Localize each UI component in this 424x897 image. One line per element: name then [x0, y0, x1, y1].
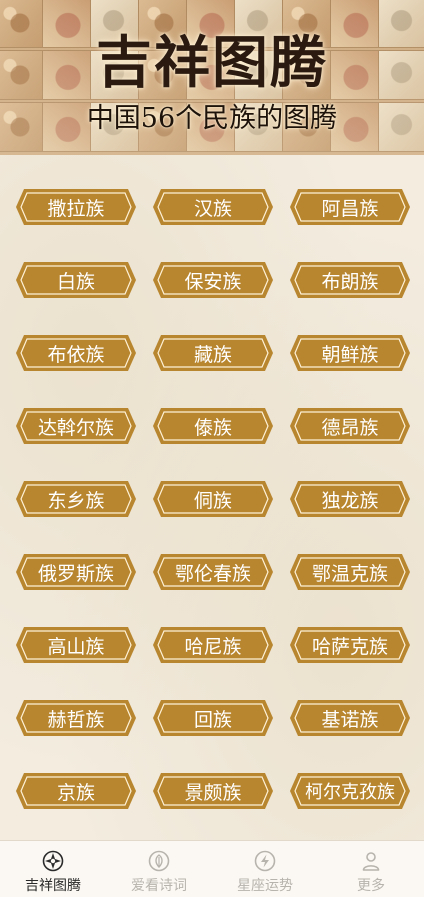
ethnic-group-button[interactable]: 东乡族 — [14, 479, 138, 519]
ethnic-group-button[interactable]: 基诺族 — [288, 698, 412, 738]
ethnic-group-label: 鄂伦春族 — [174, 562, 251, 585]
ethnic-group-label: 回族 — [193, 708, 232, 731]
ethnic-group-label: 哈萨克族 — [311, 635, 388, 658]
ethnic-group-button[interactable]: 德昂族 — [288, 406, 412, 446]
ethnic-group-label: 布朗族 — [321, 270, 379, 293]
tab-auspicious-totems[interactable]: 吉祥图腾 — [0, 841, 106, 897]
ethnic-group-button[interactable]: 哈萨克族 — [288, 625, 412, 665]
ethnic-group-button[interactable]: 哈尼族 — [151, 625, 275, 665]
tab-poetry[interactable]: 爱看诗词 — [106, 841, 212, 897]
ethnic-group-label: 景颇族 — [184, 781, 242, 804]
header-banner: 吉祥图腾 中国56个民族的图腾 — [0, 0, 424, 155]
ethnic-group-button[interactable]: 布依族 — [14, 333, 138, 373]
tab-horoscope[interactable]: 星座运势 — [212, 841, 318, 897]
totem-icon — [42, 850, 64, 872]
ethnic-group-label: 布依族 — [47, 343, 105, 366]
ethnic-group-label: 侗族 — [193, 489, 232, 512]
ethnic-group-button[interactable]: 白族 — [14, 260, 138, 300]
ethnic-group-label: 保安族 — [184, 270, 242, 293]
ethnic-group-label: 赫哲族 — [47, 708, 105, 731]
ethnic-group-button[interactable]: 俄罗斯族 — [14, 552, 138, 592]
ethnic-group-button[interactable]: 撒拉族 — [14, 187, 138, 227]
ethnic-group-button[interactable]: 保安族 — [151, 260, 275, 300]
ethnic-group-button[interactable]: 柯尔克孜族 — [288, 771, 412, 811]
ethnic-group-label: 柯尔克孜族 — [305, 782, 395, 803]
ethnic-group-button[interactable]: 达斡尔族 — [14, 406, 138, 446]
ethnic-group-label: 阿昌族 — [321, 197, 379, 220]
ethnic-group-label: 独龙族 — [321, 489, 379, 512]
ethnic-group-button[interactable]: 藏族 — [151, 333, 275, 373]
ethnic-group-button[interactable]: 阿昌族 — [288, 187, 412, 227]
ethnic-group-button[interactable]: 景颇族 — [151, 771, 275, 811]
ethnic-group-label: 撒拉族 — [47, 197, 105, 220]
ethnic-group-button[interactable]: 独龙族 — [288, 479, 412, 519]
tab-label: 星座运势 — [237, 878, 293, 894]
user-icon — [362, 852, 380, 871]
ethnic-group-label: 鄂温克族 — [311, 562, 388, 585]
ethnic-group-label: 朝鲜族 — [321, 343, 379, 366]
ethnic-group-label: 哈尼族 — [184, 635, 242, 658]
ethnic-group-label: 基诺族 — [321, 708, 379, 731]
ethnic-group-label: 德昂族 — [321, 416, 379, 439]
tab-label: 吉祥图腾 — [25, 878, 81, 894]
ethnic-group-button[interactable]: 傣族 — [151, 406, 275, 446]
ethnic-group-button[interactable]: 赫哲族 — [14, 698, 138, 738]
ethnic-group-label: 汉族 — [193, 197, 232, 220]
ethnic-group-button[interactable]: 鄂伦春族 — [151, 552, 275, 592]
bottom-tab-bar: 吉祥图腾 爱看诗词 星座运势 更多 — [0, 840, 424, 897]
lightning-icon — [254, 850, 276, 872]
ethnic-group-label: 傣族 — [193, 416, 232, 439]
page-title: 吉祥图腾 — [96, 30, 328, 96]
ethnic-group-label: 达斡尔族 — [37, 416, 114, 439]
ethnic-group-label: 京族 — [56, 781, 95, 804]
leaf-icon — [148, 850, 170, 872]
tab-label: 更多 — [357, 878, 385, 894]
ethnic-group-button[interactable]: 汉族 — [151, 187, 275, 227]
ethnic-group-label: 高山族 — [47, 635, 105, 658]
ethnic-group-button[interactable]: 朝鲜族 — [288, 333, 412, 373]
ethnic-group-button[interactable]: 回族 — [151, 698, 275, 738]
ethnic-group-button[interactable]: 鄂温克族 — [288, 552, 412, 592]
ethnic-group-label: 俄罗斯族 — [37, 562, 114, 585]
ethnic-group-button[interactable]: 京族 — [14, 771, 138, 811]
ethnic-group-grid: 撒拉族 汉族 阿昌族白族 保安族 布朗族布依族 藏族 朝鲜族达斡尔族 傣族 德昂族东乡族 侗族 独龙… — [14, 187, 412, 811]
ethnic-group-label: 藏族 — [193, 343, 232, 366]
page-subtitle: 中国56个民族的图腾 — [86, 103, 338, 134]
ethnic-group-label: 东乡族 — [47, 489, 105, 512]
ethnic-group-list: 撒拉族 汉族 阿昌族白族 保安族 布朗族布依族 藏族 朝鲜族达斡尔族 傣族 德昂族东乡族 侗族 独龙… — [0, 155, 424, 840]
ethnic-group-button[interactable]: 侗族 — [151, 479, 275, 519]
ethnic-group-button[interactable]: 布朗族 — [288, 260, 412, 300]
tab-more[interactable]: 更多 — [318, 841, 424, 897]
ethnic-group-label: 白族 — [56, 270, 95, 293]
tab-label: 爱看诗词 — [131, 878, 187, 894]
ethnic-group-button[interactable]: 高山族 — [14, 625, 138, 665]
